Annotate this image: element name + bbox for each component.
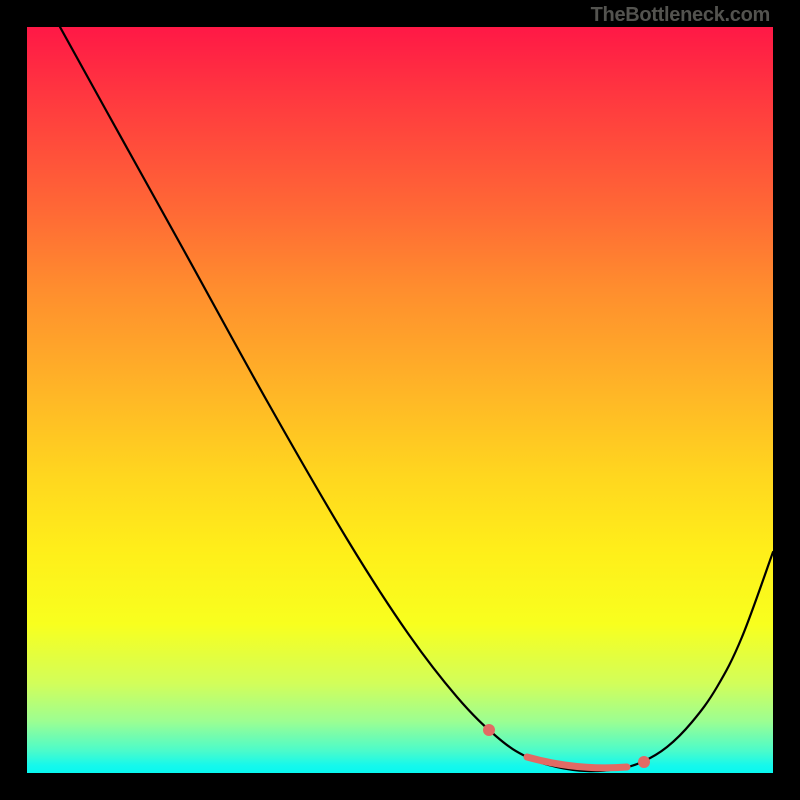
highlight-dot-right [638,756,650,768]
highlight-segment [527,757,627,768]
chart-frame: TheBottleneck.com [0,0,800,800]
attribution-text: TheBottleneck.com [591,4,770,27]
plot-area [27,27,773,773]
bottleneck-curve [60,27,773,771]
highlight-dot-left [483,724,495,736]
curve-svg [27,27,773,773]
